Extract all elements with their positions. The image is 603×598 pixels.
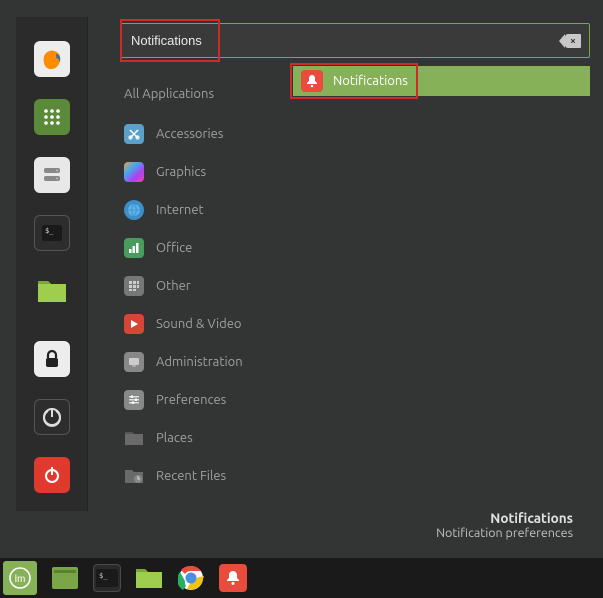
start-icon: lm	[8, 566, 32, 590]
category-preferences[interactable]: Preferences	[124, 381, 324, 419]
scissors-icon	[124, 124, 144, 144]
menu-main: × All Applications Accessories Graphics …	[88, 17, 603, 511]
lock-icon	[44, 350, 60, 368]
bell-icon	[301, 70, 323, 92]
favorites-sidebar: $_	[16, 17, 88, 511]
logout-icon	[42, 407, 62, 427]
lock-button[interactable]	[34, 341, 70, 377]
svg-text:$_: $_	[99, 572, 108, 580]
svg-text:lm: lm	[15, 574, 26, 585]
files-icon	[37, 278, 67, 304]
power-icon	[43, 466, 61, 484]
globe-icon	[124, 200, 144, 220]
disks-icon	[42, 165, 62, 185]
category-label: Preferences	[156, 393, 226, 407]
category-label: Recent Files	[156, 469, 226, 483]
taskbar-terminal[interactable]: $_	[93, 564, 121, 592]
category-graphics[interactable]: Graphics	[124, 153, 324, 191]
category-label: Administration	[156, 355, 243, 369]
category-places[interactable]: Places	[124, 419, 324, 457]
terminal-icon: $_	[96, 569, 118, 587]
category-label: Other	[156, 279, 191, 293]
category-recent[interactable]: Recent Files	[124, 457, 324, 495]
preferences-icon	[124, 390, 144, 410]
category-internet[interactable]: Internet	[124, 191, 324, 229]
taskbar-files[interactable]	[135, 564, 163, 592]
taskbar: lm $_	[0, 558, 603, 598]
recent-icon	[124, 466, 144, 486]
apps-icon	[43, 108, 61, 126]
grid-icon	[124, 276, 144, 296]
taskbar-notifications[interactable]	[219, 564, 247, 592]
category-label: All Applications	[124, 87, 214, 101]
category-label: Graphics	[156, 165, 206, 179]
favorite-apps[interactable]	[34, 99, 70, 135]
power-button[interactable]	[34, 457, 70, 493]
category-office[interactable]: Office	[124, 229, 324, 267]
close-icon: ×	[570, 35, 576, 46]
firefox-icon	[41, 48, 63, 70]
files-icon	[135, 566, 163, 590]
office-icon	[124, 238, 144, 258]
category-label: Internet	[156, 203, 204, 217]
taskbar-show-desktop[interactable]	[51, 564, 79, 592]
graphics-icon	[124, 162, 144, 182]
tooltip: Notifications Notification preferences	[436, 510, 573, 540]
categories-list: All Applications Accessories Graphics In…	[124, 79, 324, 495]
clear-search-button[interactable]: ×	[565, 34, 581, 48]
favorite-terminal[interactable]: $_	[34, 215, 70, 251]
chrome-icon	[178, 565, 204, 591]
category-sound-video[interactable]: Sound & Video	[124, 305, 324, 343]
logout-button[interactable]	[34, 399, 70, 435]
tooltip-subtitle: Notification preferences	[436, 526, 573, 540]
category-other[interactable]: Other	[124, 267, 324, 305]
favorite-files[interactable]	[34, 273, 70, 309]
bell-icon	[225, 570, 241, 586]
category-label: Office	[156, 241, 192, 255]
favorite-disks[interactable]	[34, 157, 70, 193]
result-notifications[interactable]: Notifications	[293, 66, 590, 96]
category-label: Sound & Video	[156, 317, 242, 331]
category-accessories[interactable]: Accessories	[124, 115, 324, 153]
category-administration[interactable]: Administration	[124, 343, 324, 381]
category-label: Accessories	[156, 127, 223, 141]
taskbar-chrome[interactable]	[177, 564, 205, 592]
start-menu-button[interactable]: lm	[3, 561, 37, 595]
search-input[interactable]	[121, 24, 565, 57]
tooltip-title: Notifications	[436, 510, 573, 526]
category-label: Places	[156, 431, 193, 445]
result-label: Notifications	[333, 74, 408, 88]
terminal-icon: $_	[42, 225, 62, 241]
show-desktop-icon	[52, 567, 78, 589]
admin-icon	[124, 352, 144, 372]
svg-text:$_: $_	[45, 227, 54, 235]
results-list: Notifications	[293, 66, 590, 96]
folder-icon	[124, 428, 144, 448]
search-field-wrap: ×	[120, 23, 590, 58]
favorite-firefox[interactable]	[34, 41, 70, 77]
play-icon	[124, 314, 144, 334]
